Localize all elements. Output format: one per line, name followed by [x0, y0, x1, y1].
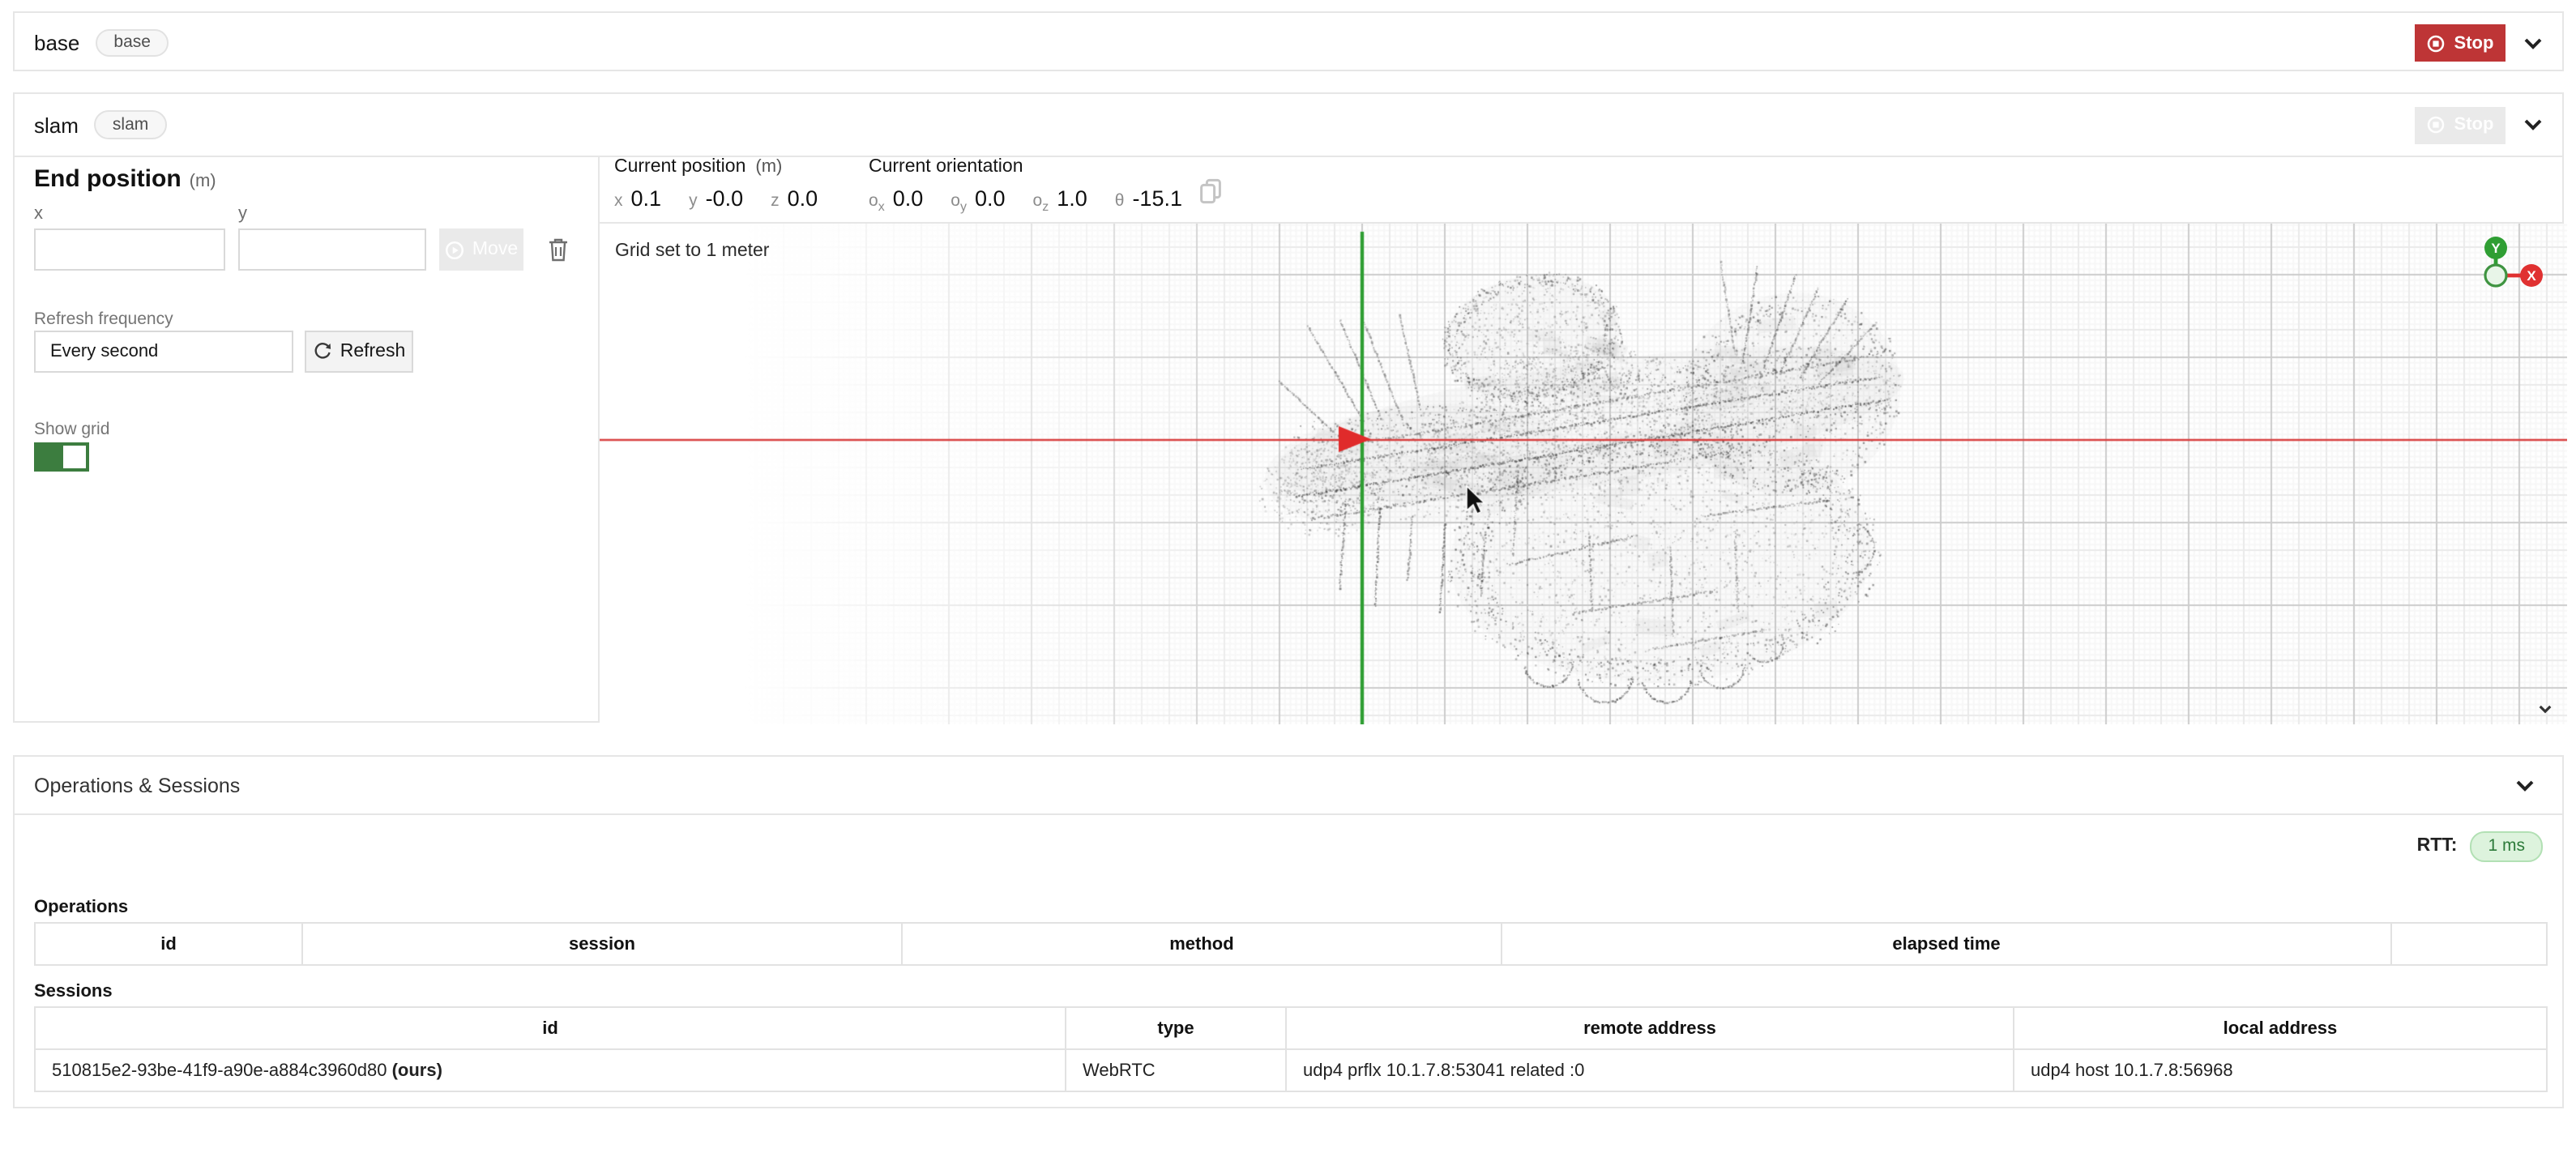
metric: θ-15.1 — [1115, 186, 1182, 211]
base-collapse-chevron-icon[interactable] — [2522, 32, 2544, 55]
operations-section-label: Operations — [34, 898, 128, 917]
column-header: elapsed time — [1502, 923, 2391, 965]
slam-map-canvas[interactable] — [599, 223, 2566, 724]
slam-stop-label: Stop — [2454, 115, 2494, 134]
copy-icon — [1199, 178, 1222, 204]
base-card-header: base base — [34, 13, 169, 73]
axes-gizmo[interactable]: Y X — [2471, 233, 2545, 297]
operations-table: idsessionmethodelapsed time — [34, 922, 2548, 966]
current-position-heading: Current position(m) — [614, 157, 818, 177]
column-header — [2391, 923, 2547, 965]
delete-end-position-button[interactable] — [548, 237, 569, 263]
refresh-icon — [313, 342, 332, 361]
metric: ox0.0 — [869, 186, 923, 214]
end-position-x-input[interactable] — [34, 228, 225, 271]
refresh-button[interactable]: Refresh — [305, 331, 413, 373]
y-field-label: y — [238, 204, 247, 224]
current-orientation-group: Current orientation ox0.0 oy0.0 oz1.0 θ-15.… — [869, 157, 1182, 214]
metric: oy0.0 — [951, 186, 1005, 214]
map-scroll-chevron-icon[interactable] — [2535, 699, 2553, 717]
metric: oz1.0 — [1033, 186, 1087, 214]
trash-icon — [548, 237, 569, 263]
refresh-frequency-select[interactable]: Every second — [34, 331, 293, 373]
metric: y-0.0 — [689, 186, 743, 211]
svg-text:X: X — [2526, 267, 2535, 283]
table-cell: udp4 host 10.1.7.8:56968 — [2014, 1049, 2547, 1091]
slam-stop-button[interactable]: Stop — [2415, 106, 2506, 143]
base-stop-button[interactable]: Stop — [2415, 24, 2506, 62]
table-cell: 510815e2-93be-41f9-a90e-a884c3960d80 (ou… — [35, 1049, 1066, 1091]
stop-icon — [2427, 115, 2446, 134]
column-header: type — [1066, 1007, 1286, 1049]
svg-text:Y: Y — [2490, 240, 2500, 255]
end-position-y-input[interactable] — [238, 228, 426, 271]
current-orientation-heading: Current orientation — [869, 157, 1182, 177]
play-circle-icon — [445, 239, 466, 260]
base-chip: base — [96, 29, 169, 58]
slam-card: slam slam Stop End position(m) x y Move — [13, 92, 2564, 723]
sessions-table: idtyperemote addresslocal address 510815e… — [34, 1006, 2548, 1092]
table-cell: udp4 prflx 10.1.7.8:53041 related :0 — [1286, 1049, 2014, 1091]
copy-pose-button[interactable] — [1199, 178, 1222, 204]
stop-icon — [2427, 33, 2446, 53]
column-header: method — [902, 923, 1502, 965]
operations-sessions-title: Operations & Sessions — [34, 757, 240, 813]
app-root: base base Stop slam slam Stop — [0, 0, 2576, 1157]
sessions-section-label: Sessions — [34, 982, 113, 1001]
column-header: id — [35, 1007, 1066, 1049]
refresh-frequency-label: Refresh frequency — [34, 310, 173, 329]
rtt-label: RTT: — [2417, 837, 2458, 856]
slam-collapse-chevron-icon[interactable] — [2522, 113, 2544, 136]
end-position-heading: End position(m) — [34, 165, 216, 193]
ops-header-divider — [15, 813, 2562, 815]
metric: z0.0 — [771, 186, 818, 211]
x-field-label: x — [34, 204, 43, 224]
grid-note: Grid set to 1 meter — [615, 241, 769, 260]
slam-card-title: slam — [34, 113, 79, 137]
refresh-frequency-value: Every second — [50, 342, 158, 361]
column-header: local address — [2014, 1007, 2547, 1049]
move-button[interactable]: Move — [439, 228, 523, 271]
slam-chip: slam — [95, 111, 166, 139]
metric: x0.1 — [614, 186, 661, 211]
show-grid-label: Show grid — [34, 420, 109, 439]
base-stop-label: Stop — [2454, 33, 2494, 53]
base-card-title: base — [34, 31, 79, 55]
rtt-row: RTT: 1 ms — [2417, 831, 2543, 861]
end-position-unit: (m) — [190, 172, 216, 191]
column-header: session — [302, 923, 902, 965]
slam-map-viewport[interactable]: Grid set to 1 meter Y X — [599, 223, 2566, 724]
table-row: 510815e2-93be-41f9-a90e-a884c3960d80 (ou… — [35, 1049, 2547, 1091]
rtt-badge: 1 ms — [2470, 831, 2543, 861]
toggle-knob — [63, 446, 86, 468]
current-position-values: x0.1 y-0.0 z0.0 — [614, 186, 818, 211]
slam-header-divider — [15, 156, 2562, 157]
slam-card-header: slam slam — [34, 94, 166, 156]
operations-sessions-card: Operations & Sessions RTT: 1 ms Operatio… — [13, 755, 2564, 1108]
operations-sessions-chevron-icon[interactable] — [2514, 775, 2536, 797]
refresh-button-label: Refresh — [340, 342, 406, 361]
table-cell: WebRTC — [1066, 1049, 1286, 1091]
column-header: remote address — [1286, 1007, 2014, 1049]
current-orientation-values: ox0.0 oy0.0 oz1.0 θ-15.1 — [869, 186, 1182, 214]
origin-handle — [2484, 264, 2506, 285]
current-position-group: Current position(m) x0.1 y-0.0 z0.0 — [614, 157, 818, 211]
show-grid-toggle[interactable] — [34, 442, 89, 472]
column-header: id — [35, 923, 302, 965]
move-label: Move — [472, 240, 518, 259]
base-card: base base Stop — [13, 11, 2564, 71]
